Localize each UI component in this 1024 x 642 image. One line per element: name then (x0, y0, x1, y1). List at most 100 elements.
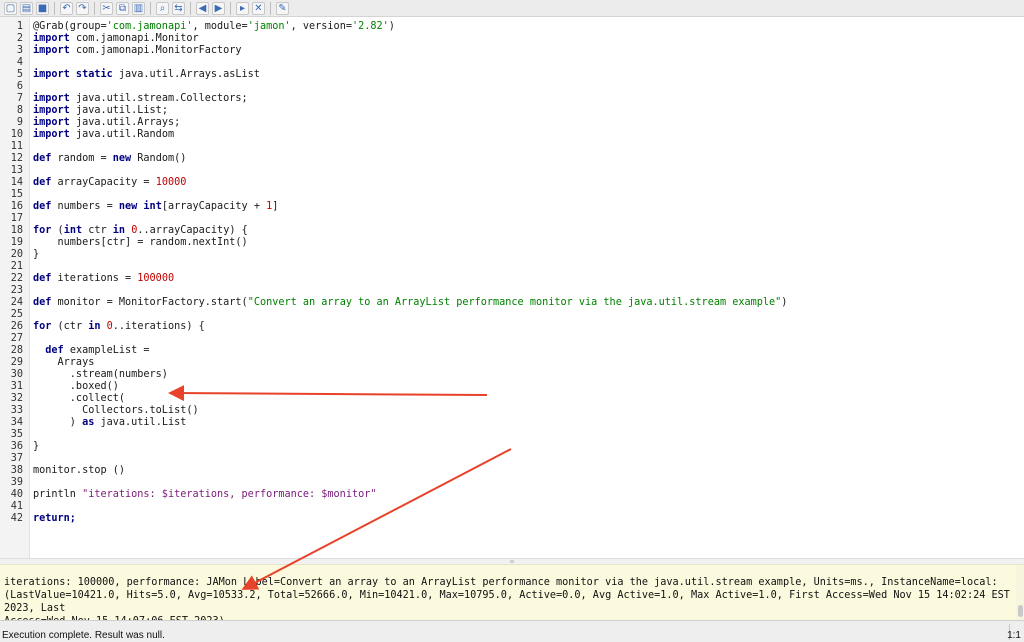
code-line[interactable]: 41 (0, 501, 1024, 513)
code-line[interactable]: 37 (0, 453, 1024, 465)
code-line[interactable]: 26 for (ctr in 0..iterations) { (0, 321, 1024, 333)
line-number: 26 (10, 321, 23, 332)
line-number: 15 (10, 189, 23, 200)
replace-icon[interactable]: ⇆ (172, 1, 185, 15)
code-line[interactable]: 23 (0, 285, 1024, 297)
line-number: 9 (16, 117, 23, 128)
code-token: def (33, 273, 52, 284)
paste-icon[interactable]: ▥ (132, 1, 145, 15)
code-token: .stream(numbers) (33, 369, 168, 380)
code-line[interactable]: 30 .stream(numbers) (0, 369, 1024, 381)
code-line[interactable]: 11 (0, 141, 1024, 153)
line-number: 40 (10, 489, 23, 500)
open-file-icon[interactable]: ▤ (20, 1, 33, 15)
run-script-icon[interactable]: ▸ (236, 1, 249, 15)
code-token: '2.82' (351, 21, 389, 32)
code-line[interactable]: 14 def arrayCapacity = 10000 (0, 177, 1024, 189)
save-file-icon[interactable]: ■ (36, 1, 49, 15)
code-token: , version= (290, 21, 352, 32)
line-number: 2 (16, 33, 23, 44)
line-number: 22 (10, 273, 23, 284)
code-line[interactable]: 38 monitor.stop () (0, 465, 1024, 477)
code-line[interactable]: 25 (0, 309, 1024, 321)
code-token: , module= (192, 21, 248, 32)
code-token: import (33, 117, 70, 128)
code-line[interactable]: 10 import java.util.Random (0, 129, 1024, 141)
code-token: "Convert an array to an ArrayList perfor… (247, 297, 782, 308)
code-text: def exampleList = (33, 345, 149, 357)
output-scrollbar[interactable] (1016, 565, 1024, 621)
script-editor[interactable]: 1 @Grab(group='com.jamonapi', module='jam… (0, 17, 1024, 558)
code-line[interactable]: 32 .collect( (0, 393, 1024, 405)
line-number: 19 (10, 237, 23, 248)
code-line[interactable]: 20} (0, 249, 1024, 261)
code-line[interactable]: 42 return; (0, 513, 1024, 525)
code-text: return; (33, 513, 76, 525)
line-number: 34 (10, 417, 23, 428)
cut-icon[interactable]: ✂ (100, 1, 113, 15)
history-next-icon[interactable]: ▶ (212, 1, 225, 15)
code-line[interactable]: 27 (0, 333, 1024, 345)
code-line[interactable]: 1 @Grab(group='com.jamonapi', module='jam… (0, 21, 1024, 33)
output-scrollbar-thumb[interactable] (1018, 605, 1023, 617)
find-icon[interactable]: ⌕ (156, 1, 169, 15)
code-line[interactable]: 15 (0, 189, 1024, 201)
code-line[interactable]: 7 import java.util.stream.Collectors; (0, 93, 1024, 105)
code-line[interactable]: 33 Collectors.toList() (0, 405, 1024, 417)
code-line[interactable]: 31 .boxed() (0, 381, 1024, 393)
code-area[interactable]: 1 @Grab(group='com.jamonapi', module='jam… (0, 21, 1024, 525)
redo-icon[interactable]: ↷ (76, 1, 89, 15)
code-line[interactable]: 9 import java.util.Arrays; (0, 117, 1024, 129)
code-line[interactable]: 22 def iterations = 100000 (0, 273, 1024, 285)
code-token: def (33, 201, 52, 212)
code-line[interactable]: 17 (0, 213, 1024, 225)
clear-output-icon[interactable]: ✎ (276, 1, 289, 15)
code-text: .stream(numbers) (33, 369, 168, 381)
code-line[interactable]: 8 import java.util.List; (0, 105, 1024, 117)
code-line[interactable]: 34 ) as java.util.List (0, 417, 1024, 429)
line-number: 17 (10, 213, 23, 224)
code-line[interactable]: 18 for (int ctr in 0..arrayCapacity) { (0, 225, 1024, 237)
code-token: monitor.stop () (33, 465, 126, 476)
code-line[interactable]: 24 def monitor = MonitorFactory.start("Co… (0, 297, 1024, 309)
code-line[interactable]: 2 import com.jamonapi.Monitor (0, 33, 1024, 45)
toolbar: ▢ ▤ ■ ↶ ↷ ✂ ⧉ ▥ ⌕ ⇆ ◀ ▶ ▸ ✕ ✎ (0, 0, 1024, 17)
line-number: 12 (10, 153, 23, 164)
code-token: int (63, 225, 83, 236)
code-line[interactable]: 19 numbers[ctr] = random.nextInt() (0, 237, 1024, 249)
copy-icon[interactable]: ⧉ (116, 1, 129, 15)
code-line[interactable]: 4 (0, 57, 1024, 69)
undo-icon[interactable]: ↶ (60, 1, 73, 15)
code-line[interactable]: 13 (0, 165, 1024, 177)
code-line[interactable]: 16 def numbers = new int[arrayCapacity + … (0, 201, 1024, 213)
code-line[interactable]: 21 (0, 261, 1024, 273)
code-line[interactable]: 28 def exampleList = (0, 345, 1024, 357)
code-line[interactable]: 29 Arrays (0, 357, 1024, 369)
code-token: ..arrayCapacity) { (137, 225, 248, 236)
code-text: @Grab(group='com.jamonapi', module='jamo… (33, 21, 395, 33)
code-line[interactable]: 36} (0, 441, 1024, 453)
output-pane: iterations: 100000, performance: JAMon L… (0, 564, 1024, 627)
code-line[interactable]: 6 (0, 81, 1024, 93)
interrupt-icon[interactable]: ✕ (252, 1, 265, 15)
code-line[interactable]: 3 import com.jamonapi.MonitorFactory (0, 45, 1024, 57)
code-token: } (33, 441, 40, 452)
code-line[interactable]: 5 import static java.util.Arrays.asList (0, 69, 1024, 81)
toolbar-separator (270, 1, 271, 15)
code-line[interactable]: 40 println "iterations: $iterations, perf… (0, 489, 1024, 501)
code-token: java.util.Arrays.asList (112, 69, 260, 80)
line-number: 37 (10, 453, 23, 464)
new-file-icon[interactable]: ▢ (4, 1, 17, 15)
code-line[interactable]: 12 def random = new Random() (0, 153, 1024, 165)
code-line[interactable]: 39 (0, 477, 1024, 489)
line-number: 35 (10, 429, 23, 440)
code-line[interactable]: 35 (0, 429, 1024, 441)
code-token: java.util.List (94, 417, 187, 428)
line-number: 18 (10, 225, 23, 236)
divider-grip[interactable] (510, 560, 514, 563)
history-back-icon[interactable]: ◀ (196, 1, 209, 15)
code-token: 10000 (155, 177, 187, 188)
code-token: 'jamon' (247, 21, 291, 32)
code-token: ] (272, 201, 279, 212)
